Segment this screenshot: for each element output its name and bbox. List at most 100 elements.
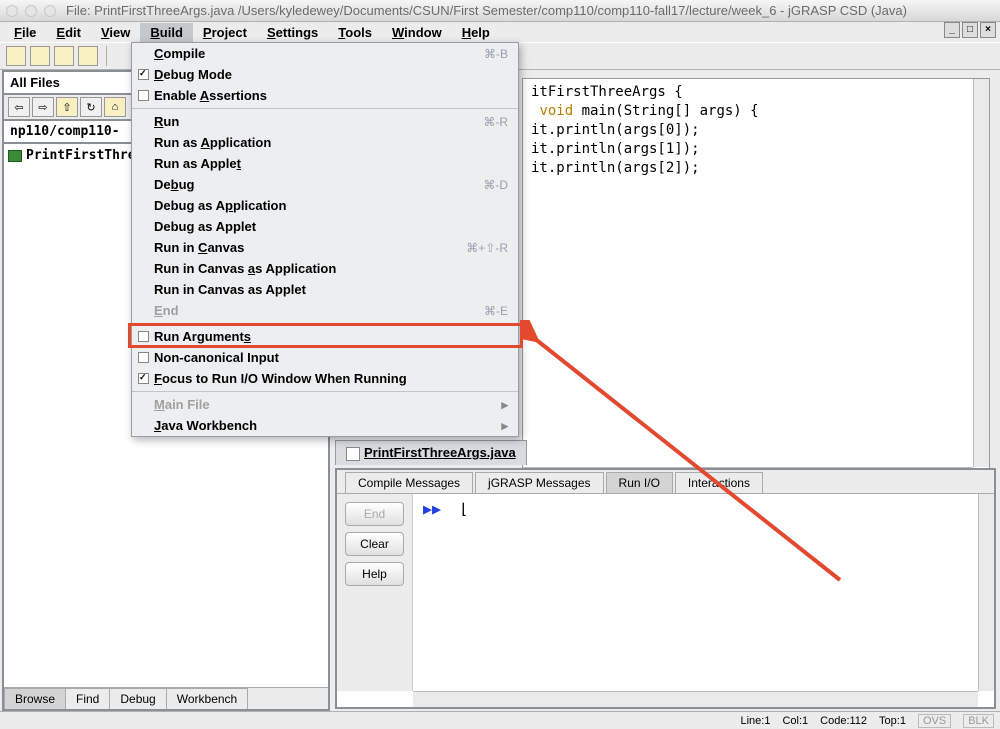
- java-file-icon: [8, 150, 22, 162]
- menu-item-label: Focus to Run I/O Window When Running: [154, 371, 407, 386]
- checkbox-icon: [138, 90, 149, 101]
- menu-item-run-as-application[interactable]: Run as Application: [132, 132, 518, 153]
- console-output[interactable]: ▶▶ ⌊: [413, 494, 994, 691]
- menu-item-focus-to-run-i-o-window-when-running[interactable]: Focus to Run I/O Window When Running: [132, 368, 518, 389]
- menu-help[interactable]: Help: [452, 23, 500, 42]
- menu-item-label: Main File: [154, 397, 210, 412]
- console-vscroll[interactable]: [978, 494, 994, 691]
- menu-item-label: Run in Canvas as Application: [154, 261, 336, 276]
- open-icon[interactable]: [6, 46, 26, 66]
- minimize-dot[interactable]: [25, 5, 37, 17]
- menu-item-label: Java Workbench: [154, 418, 257, 433]
- separator: [106, 46, 107, 66]
- console-buttons: End Clear Help: [337, 494, 413, 691]
- status-top: Top:1: [879, 715, 906, 727]
- menu-item-label: Run as Application: [154, 135, 271, 150]
- shortcut-label: ⌘-B: [484, 47, 508, 61]
- tab-find[interactable]: Find: [65, 688, 110, 709]
- status-blk: BLK: [963, 714, 994, 728]
- menu-view[interactable]: View: [91, 23, 140, 42]
- window-title: File: PrintFirstThreeArgs.java /Users/ky…: [66, 3, 907, 18]
- menu-edit[interactable]: Edit: [46, 23, 91, 42]
- menu-item-debug-mode[interactable]: Debug Mode: [132, 64, 518, 85]
- menu-item-label: Run in Canvas: [154, 240, 244, 255]
- prompt-icon: ▶▶: [423, 500, 441, 518]
- checkbox-icon: [138, 69, 149, 80]
- menu-item-debug-as-applet[interactable]: Debug as Applet: [132, 216, 518, 237]
- checkbox-icon: [138, 373, 149, 384]
- console-tabs: Compile Messages jGRASP Messages Run I/O…: [337, 470, 994, 494]
- console-hscroll[interactable]: [413, 691, 978, 707]
- menu-item-label: Run as Applet: [154, 156, 241, 171]
- shortcut-label: ⌘+⇧-R: [466, 241, 508, 255]
- close-button[interactable]: ×: [980, 22, 996, 38]
- menu-build[interactable]: Build: [140, 23, 193, 42]
- menu-window[interactable]: Window: [382, 23, 452, 42]
- menu-item-label: Debug as Applet: [154, 219, 256, 234]
- menu-item-label: Run Arguments: [154, 329, 251, 344]
- menu-item-debug-as-application[interactable]: Debug as Application: [132, 195, 518, 216]
- close-dot[interactable]: [6, 5, 18, 17]
- menu-item-run-in-canvas[interactable]: Run in Canvas ⌘+⇧-R: [132, 237, 518, 258]
- menu-item-run-arguments[interactable]: Run Arguments: [132, 326, 518, 347]
- menu-tools[interactable]: Tools: [328, 23, 382, 42]
- help-button[interactable]: Help: [345, 562, 404, 586]
- nav-home-icon[interactable]: ⌂: [104, 97, 126, 117]
- window-controls: _ □ ×: [944, 22, 996, 38]
- shortcut-label: ⌘-D: [483, 178, 508, 192]
- tab-jgrasp-messages[interactable]: jGRASP Messages: [475, 472, 604, 493]
- tab-run-io[interactable]: Run I/O: [606, 472, 673, 493]
- editor-file-tab[interactable]: PrintFirstThreeArgs.java: [335, 440, 527, 465]
- maximize-button[interactable]: □: [962, 22, 978, 38]
- menu-item-label: Compile: [154, 46, 205, 61]
- menu-item-run[interactable]: Run⌘-R: [132, 111, 518, 132]
- traffic-lights: [6, 5, 56, 17]
- menubar: File Edit View Build Project Settings To…: [0, 22, 1000, 42]
- save-icon[interactable]: [30, 46, 50, 66]
- menu-item-java-workbench[interactable]: Java Workbench ▸: [132, 415, 518, 436]
- window-titlebar: File: PrintFirstThreeArgs.java /Users/ky…: [0, 0, 1000, 22]
- menu-item-compile[interactable]: Compile ⌘-B: [132, 43, 518, 64]
- checkbox-icon: [138, 352, 149, 363]
- code-editor[interactable]: itFirstThreeArgs { void main(String[] ar…: [522, 78, 990, 484]
- menu-item-run-in-canvas-as-applet[interactable]: Run in Canvas as Applet: [132, 279, 518, 300]
- zoom-dot[interactable]: [44, 5, 56, 17]
- end-button[interactable]: End: [345, 502, 404, 526]
- menu-item-label: End: [154, 303, 179, 318]
- menu-item-label: Non-canonical Input: [154, 350, 279, 365]
- menu-item-run-as-applet[interactable]: Run as Applet: [132, 153, 518, 174]
- minimize-button[interactable]: _: [944, 22, 960, 38]
- build-dropdown: Compile ⌘-B Debug Mode Enable Assertions Run…: [131, 42, 519, 437]
- tab-debug[interactable]: Debug: [109, 688, 166, 709]
- menu-item-label: Run in Canvas as Applet: [154, 282, 306, 297]
- menu-project[interactable]: Project: [193, 23, 257, 42]
- menu-item-run-in-canvas-as-application[interactable]: Run in Canvas as Application: [132, 258, 518, 279]
- status-col: Col:1: [782, 715, 808, 727]
- folder-icon[interactable]: [54, 46, 74, 66]
- nav-back-icon[interactable]: ⇦: [8, 97, 30, 117]
- menu-item-enable-assertions[interactable]: Enable Assertions: [132, 85, 518, 106]
- submenu-arrow-icon: ▸: [501, 418, 508, 434]
- nav-refresh-icon[interactable]: ↻: [80, 97, 102, 117]
- shortcut-label: ⌘-E: [484, 304, 508, 318]
- clear-button[interactable]: Clear: [345, 532, 404, 556]
- menu-item-label: Debug: [154, 177, 194, 192]
- menu-item-label: Debug Mode: [154, 67, 232, 82]
- tab-interactions[interactable]: Interactions: [675, 472, 763, 493]
- menu-item-debug[interactable]: Debug ⌘-D: [132, 174, 518, 195]
- tab-compile-messages[interactable]: Compile Messages: [345, 472, 473, 493]
- menu-settings[interactable]: Settings: [257, 23, 328, 42]
- menu-item-label: Debug as Application: [154, 198, 286, 213]
- nav-up-icon[interactable]: ⇧: [56, 97, 78, 117]
- menu-item-label: Enable Assertions: [154, 88, 267, 103]
- menu-item-non-canonical-input[interactable]: Non-canonical Input: [132, 347, 518, 368]
- tab-workbench[interactable]: Workbench: [166, 688, 248, 709]
- tab-browse[interactable]: Browse: [4, 688, 66, 709]
- sidebar-tabs: Browse Find Debug Workbench: [4, 687, 328, 709]
- nav-forward-icon[interactable]: ⇨: [32, 97, 54, 117]
- editor-vscroll[interactable]: [973, 79, 989, 467]
- menu-item-label: Run: [154, 114, 179, 129]
- status-line: Line:1: [740, 715, 770, 727]
- menu-file[interactable]: File: [4, 23, 46, 42]
- folder2-icon[interactable]: [78, 46, 98, 66]
